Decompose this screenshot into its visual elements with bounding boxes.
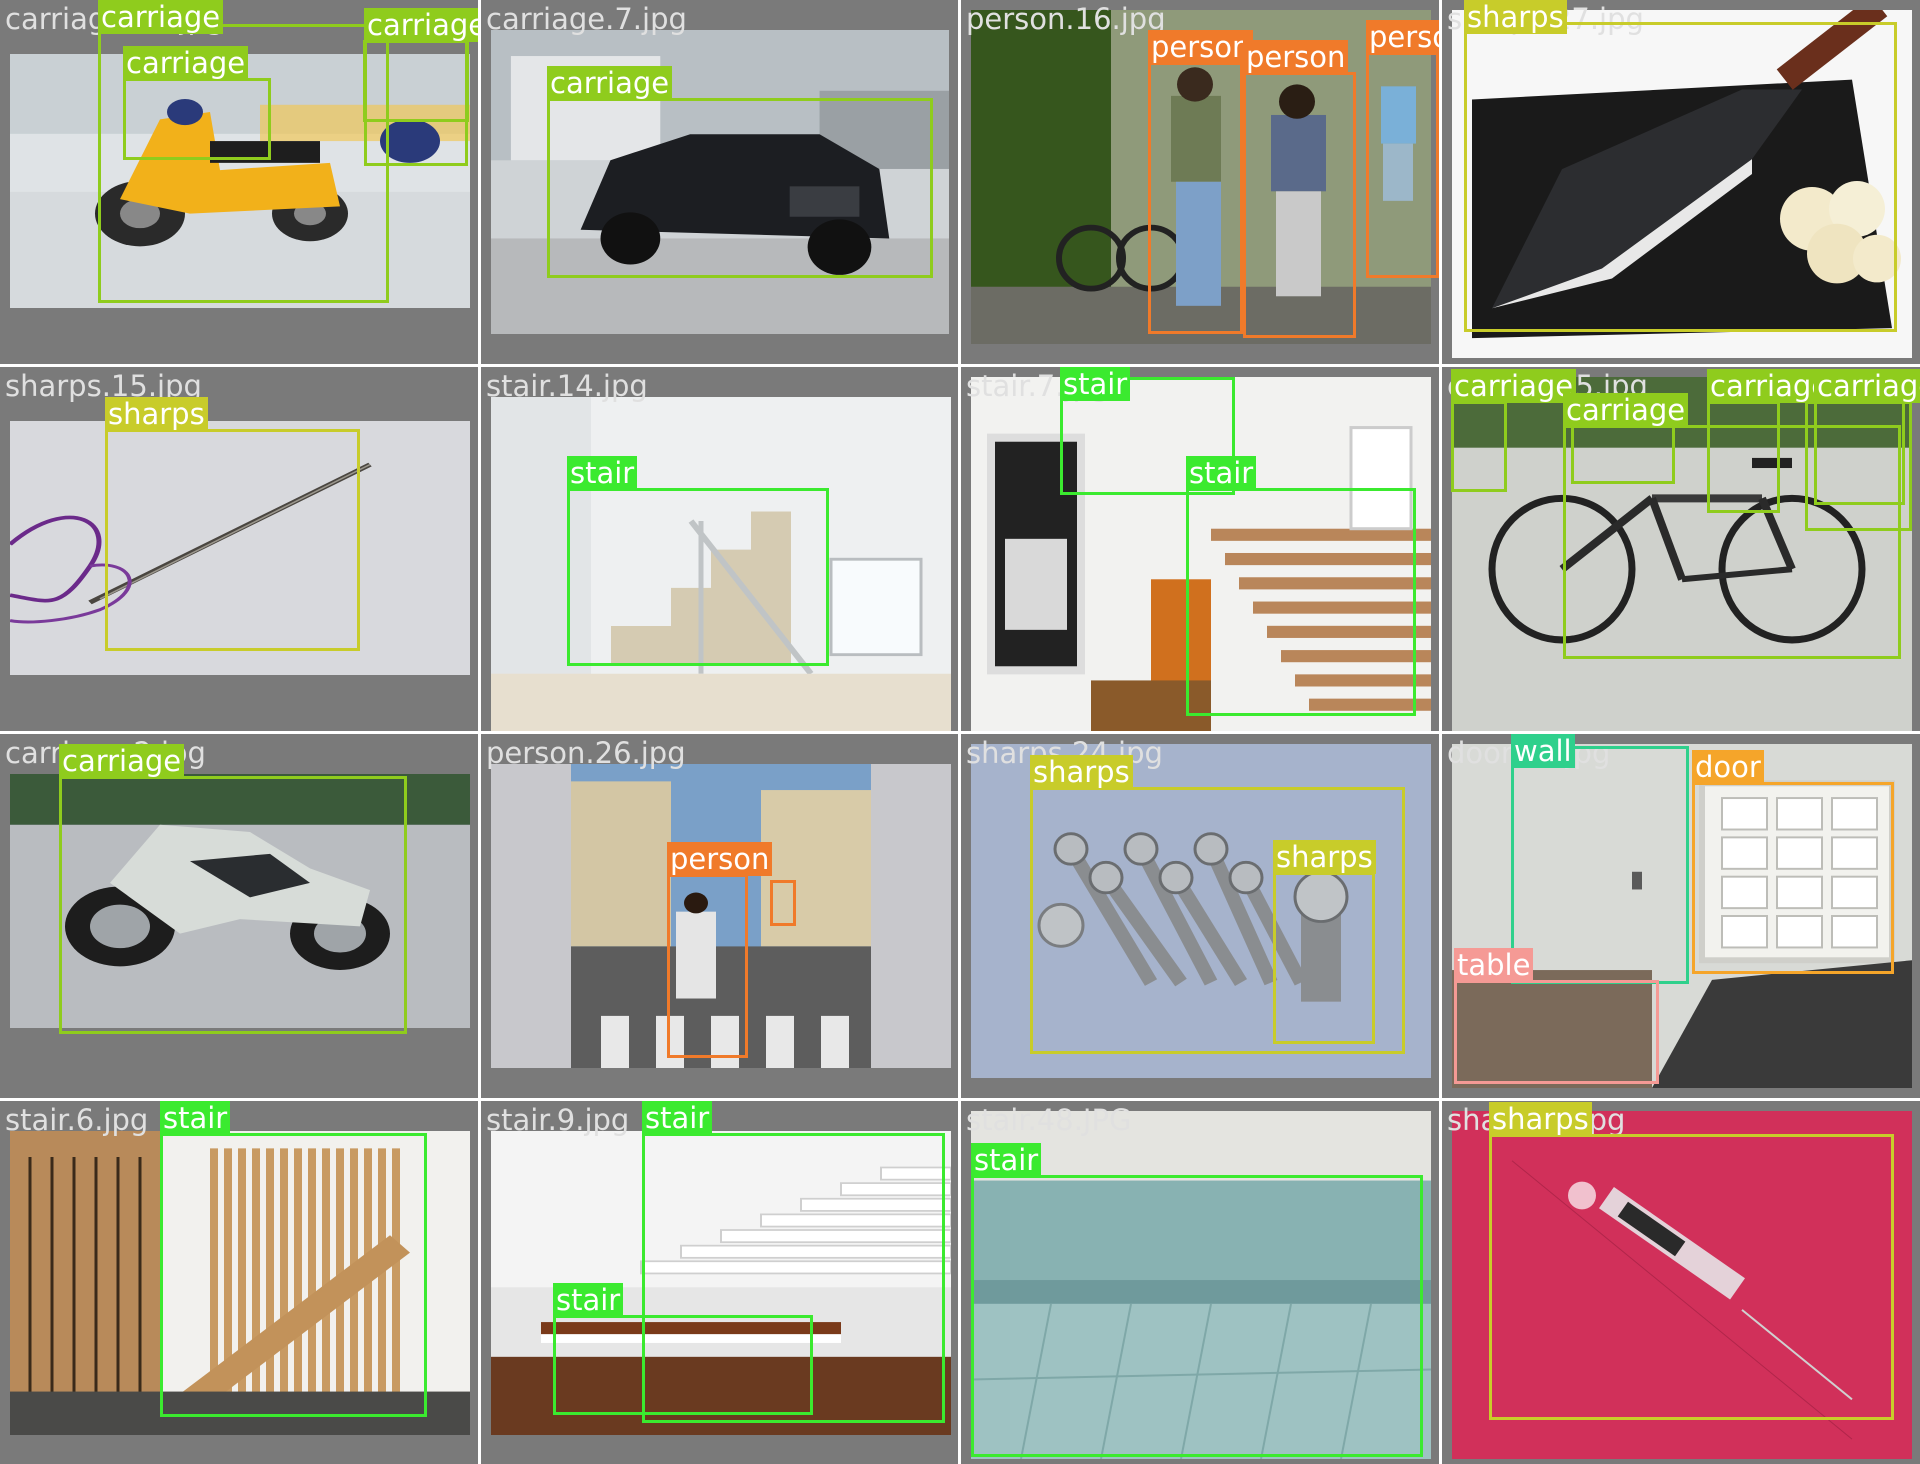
grid-tile: stair.7.jpg stair stair <box>961 367 1439 731</box>
bbox-stair <box>1186 488 1416 716</box>
bbox-carriage <box>363 40 469 122</box>
bbox-label: carriage <box>123 46 249 80</box>
bbox-label: stair <box>1060 367 1131 401</box>
tile-filename: stair.9.jpg <box>486 1103 630 1137</box>
bbox-label: carriage <box>364 8 478 42</box>
bbox-person <box>1243 72 1356 338</box>
bbox-person <box>770 880 796 926</box>
bbox-label: stair <box>567 456 638 490</box>
bbox-label: sharps <box>1030 755 1133 789</box>
bbox-stair <box>160 1133 427 1417</box>
bbox-label: table <box>1454 948 1534 982</box>
bbox-label: carriage <box>98 0 224 34</box>
bbox-sharps <box>105 429 360 651</box>
bbox-sharps <box>1273 872 1375 1044</box>
bbox-label: carriage <box>1563 393 1689 427</box>
grid-tile: carriage.29.jpgcarriagecarriagecarriage <box>0 0 478 364</box>
bbox-person <box>1148 62 1243 334</box>
bbox-label: stair <box>642 1101 713 1135</box>
bbox-wall <box>1511 746 1689 984</box>
grid-tile: person.26.jpg person <box>481 734 958 1098</box>
grid-tile: door.22.jpgwalldoortable <box>1442 734 1920 1098</box>
bbox-stair <box>553 1315 813 1415</box>
bbox-carriage <box>59 776 407 1034</box>
bbox-label: carriage <box>1814 369 1920 403</box>
bbox-label: stair <box>160 1101 231 1135</box>
grid-tile: sharps.27.jpgsharps <box>1442 0 1920 364</box>
tile-filename: stair.48.JPG <box>966 1103 1132 1137</box>
bbox-door <box>1692 782 1894 974</box>
bbox-label: person <box>667 842 773 876</box>
bbox-table <box>1454 980 1659 1084</box>
grid-tile: person.16.jpgpersonpersonperson <box>961 0 1439 364</box>
tile-filename: person.26.jpg <box>486 736 686 770</box>
bbox-label: sharps <box>105 397 208 431</box>
grid-tile: sharps.24.jpg sharps sharps <box>961 734 1439 1098</box>
bbox-label: stair <box>1186 456 1257 490</box>
grid-tile: stair.14.jpg stair <box>481 367 958 731</box>
bbox-label: person <box>1366 20 1439 54</box>
bbox-person <box>667 874 748 1058</box>
bbox-stair <box>971 1175 1423 1457</box>
bbox-person <box>1366 52 1439 278</box>
tile-filename: stair.6.jpg <box>5 1103 149 1137</box>
bbox-label: wall <box>1511 734 1575 768</box>
grid-tile: carriage.2.jpgcarriage <box>0 734 478 1098</box>
bbox-carriage <box>1707 401 1780 513</box>
bbox-label: stair <box>553 1283 624 1317</box>
bbox-label: door <box>1692 750 1764 784</box>
grid-tile: sharps.3.jpgsharps <box>1442 1101 1920 1464</box>
bbox-label: sharps <box>1489 1102 1592 1136</box>
bbox-label: person <box>1243 40 1349 74</box>
bbox-label: person <box>1148 30 1254 64</box>
bbox-label: carriage <box>59 744 185 778</box>
tile-filename: person.16.jpg <box>966 2 1166 36</box>
bbox-label: stair <box>971 1143 1042 1177</box>
bbox-carriage <box>123 78 271 160</box>
detection-grid: carriage.29.jpgcarriagecarriagecarriagec… <box>0 0 1920 1464</box>
bbox-label: sharps <box>1464 0 1567 34</box>
bbox-sharps <box>1464 22 1897 332</box>
tile-filename: carriage.7.jpg <box>486 2 687 36</box>
grid-tile: carriage.7.jpg carriage <box>481 0 958 364</box>
grid-tile: sharps.15.jpg sharps <box>0 367 478 731</box>
bbox-sharps <box>1489 1134 1894 1420</box>
grid-tile: stair.9.jpg stair stair <box>481 1101 958 1464</box>
bbox-stair <box>567 488 829 666</box>
bbox-carriage <box>1451 401 1507 492</box>
bbox-label: carriage <box>547 66 673 100</box>
bbox-carriage <box>547 98 933 278</box>
grid-tile: carriage.5.jpgcarriagecarriagecarriageca… <box>1442 367 1920 731</box>
bbox-label: carriage <box>1451 369 1577 403</box>
grid-tile: stair.6.jpg stair <box>0 1101 478 1464</box>
tile-filename: stair.14.jpg <box>486 369 648 403</box>
grid-tile: stair.48.JPG stair <box>961 1101 1439 1464</box>
bbox-label: sharps <box>1273 840 1376 874</box>
bbox-carriage <box>1805 401 1912 531</box>
